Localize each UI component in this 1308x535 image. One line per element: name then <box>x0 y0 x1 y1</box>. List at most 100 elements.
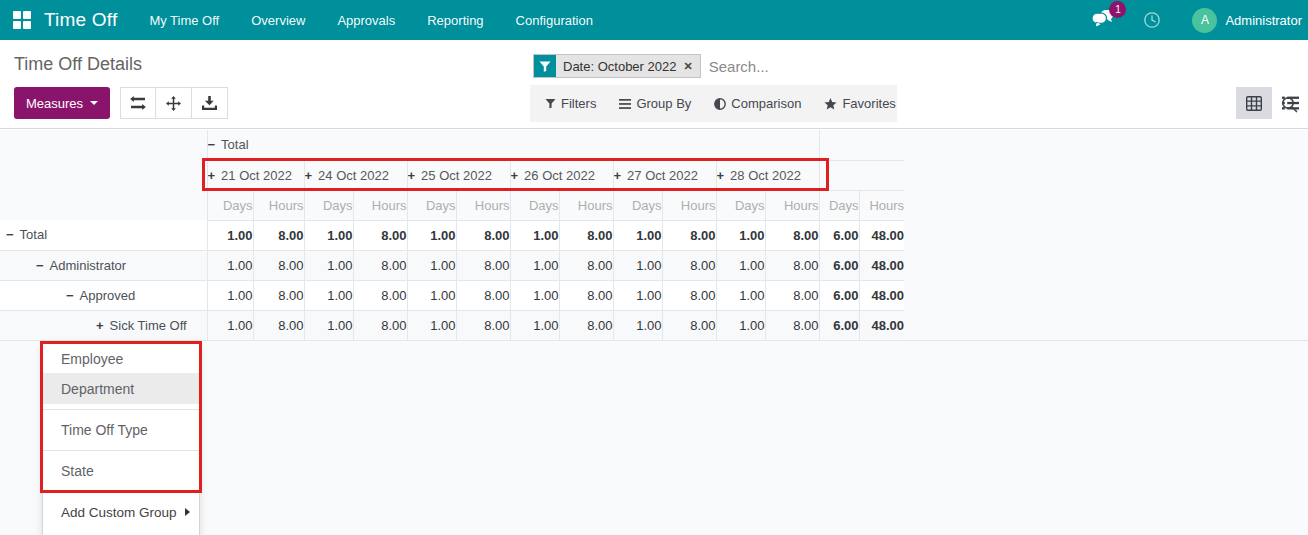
flip-axis-button[interactable] <box>120 87 156 119</box>
pivot-value-cell[interactable]: 1.00 <box>510 310 559 340</box>
nav-menu-reporting[interactable]: Reporting <box>427 13 483 28</box>
pivot-value-cell[interactable]: 8.00 <box>662 220 716 250</box>
messages-icon[interactable]: 1 <box>1092 10 1113 33</box>
pivot-value-cell[interactable]: 1.00 <box>407 220 456 250</box>
pivot-col-date-header[interactable]: +21 Oct 2022 <box>207 160 304 190</box>
filters-button[interactable]: Filters <box>545 96 596 111</box>
pivot-col-total-header[interactable]: −Total <box>207 130 819 160</box>
pivot-value-cell[interactable]: 48.00 <box>859 280 904 310</box>
pivot-measure-header[interactable]: Days <box>510 190 559 220</box>
pivot-value-cell[interactable]: 6.00 <box>819 280 859 310</box>
pivot-measure-header[interactable]: Days <box>613 190 662 220</box>
pivot-value-cell[interactable]: 8.00 <box>765 220 819 250</box>
add-custom-group-button[interactable]: Add Custom Group <box>43 497 199 527</box>
activities-icon[interactable] <box>1143 11 1161 29</box>
pivot-row-header[interactable]: −Total <box>0 220 207 250</box>
pivot-value-cell[interactable]: 8.00 <box>559 220 613 250</box>
pivot-measure-header[interactable]: Hours <box>559 190 613 220</box>
pivot-measure-header[interactable]: Hours <box>253 190 304 220</box>
nav-menu-my-time-off[interactable]: My Time Off <box>149 13 219 28</box>
pivot-col-date-header[interactable]: +24 Oct 2022 <box>304 160 407 190</box>
pivot-value-cell[interactable]: 1.00 <box>613 250 662 280</box>
pivot-value-cell[interactable]: 8.00 <box>353 220 407 250</box>
pivot-value-cell[interactable]: 48.00 <box>859 220 904 250</box>
pivot-measure-header[interactable]: Hours <box>859 190 904 220</box>
pivot-value-cell[interactable]: 48.00 <box>859 310 904 340</box>
pivot-value-cell[interactable]: 1.00 <box>613 280 662 310</box>
pivot-measure-header[interactable]: Days <box>207 190 253 220</box>
pivot-value-cell[interactable]: 8.00 <box>456 310 510 340</box>
pivot-measure-header[interactable]: Hours <box>662 190 716 220</box>
pivot-value-cell[interactable]: 8.00 <box>662 250 716 280</box>
pivot-value-cell[interactable]: 1.00 <box>207 220 253 250</box>
download-xlsx-button[interactable] <box>192 87 228 119</box>
pivot-value-cell[interactable]: 8.00 <box>662 280 716 310</box>
pivot-value-cell[interactable]: 1.00 <box>716 310 765 340</box>
pivot-col-date-header[interactable]: +25 Oct 2022 <box>407 160 510 190</box>
pivot-value-cell[interactable]: 8.00 <box>559 310 613 340</box>
groupby-option-employee[interactable]: Employee <box>43 344 199 374</box>
pivot-value-cell[interactable]: 1.00 <box>613 220 662 250</box>
groupby-option-time-off-type[interactable]: Time Off Type <box>43 415 199 445</box>
pivot-value-cell[interactable]: 8.00 <box>353 250 407 280</box>
pivot-value-cell[interactable]: 1.00 <box>407 280 456 310</box>
comparison-button[interactable]: Comparison <box>714 96 801 111</box>
search-facet[interactable]: Date: October 2022 ✕ <box>533 54 701 78</box>
measures-button[interactable]: Measures <box>14 87 110 119</box>
pivot-value-cell[interactable]: 8.00 <box>662 310 716 340</box>
pivot-measure-header[interactable]: Days <box>819 190 859 220</box>
pivot-row-header[interactable]: −Approved <box>0 280 207 310</box>
pivot-value-cell[interactable]: 8.00 <box>353 280 407 310</box>
pivot-value-cell[interactable]: 8.00 <box>765 280 819 310</box>
pivot-value-cell[interactable]: 1.00 <box>207 250 253 280</box>
pivot-col-date-header[interactable]: +27 Oct 2022 <box>613 160 716 190</box>
pivot-value-cell[interactable]: 1.00 <box>613 310 662 340</box>
pivot-value-cell[interactable]: 1.00 <box>716 250 765 280</box>
pivot-measure-header[interactable]: Hours <box>456 190 510 220</box>
pivot-value-cell[interactable]: 1.00 <box>207 310 253 340</box>
pivot-row-header[interactable]: +Sick Time Off <box>0 310 207 340</box>
pivot-measure-header[interactable]: Days <box>716 190 765 220</box>
pivot-col-date-header[interactable]: +26 Oct 2022 <box>510 160 613 190</box>
pivot-value-cell[interactable]: 8.00 <box>765 310 819 340</box>
pivot-value-cell[interactable]: 8.00 <box>253 280 304 310</box>
pivot-value-cell[interactable]: 1.00 <box>510 220 559 250</box>
pivot-value-cell[interactable]: 8.00 <box>456 250 510 280</box>
list-view-button[interactable] <box>1272 87 1308 119</box>
pivot-value-cell[interactable]: 1.00 <box>510 250 559 280</box>
pivot-value-cell[interactable]: 1.00 <box>304 310 353 340</box>
user-avatar[interactable]: A <box>1192 8 1217 33</box>
pivot-value-cell[interactable]: 48.00 <box>859 250 904 280</box>
pivot-value-cell[interactable]: 1.00 <box>716 220 765 250</box>
groupby-option-department[interactable]: Department <box>43 374 199 404</box>
user-name[interactable]: Administrator <box>1225 13 1302 28</box>
nav-menu-configuration[interactable]: Configuration <box>516 13 593 28</box>
pivot-value-cell[interactable]: 8.00 <box>559 250 613 280</box>
pivot-value-cell[interactable]: 6.00 <box>819 220 859 250</box>
pivot-value-cell[interactable]: 8.00 <box>765 250 819 280</box>
facet-remove-icon[interactable]: ✕ <box>683 60 692 73</box>
pivot-value-cell[interactable]: 6.00 <box>819 310 859 340</box>
pivot-value-cell[interactable]: 1.00 <box>716 280 765 310</box>
pivot-measure-header[interactable]: Hours <box>353 190 407 220</box>
pivot-row-header[interactable]: −Administrator <box>0 250 207 280</box>
favorites-button[interactable]: Favorites <box>824 96 895 111</box>
pivot-value-cell[interactable]: 1.00 <box>510 280 559 310</box>
pivot-value-cell[interactable]: 6.00 <box>819 250 859 280</box>
pivot-value-cell[interactable]: 1.00 <box>207 280 253 310</box>
pivot-measure-header[interactable]: Hours <box>765 190 819 220</box>
pivot-value-cell[interactable]: 8.00 <box>559 280 613 310</box>
pivot-value-cell[interactable]: 8.00 <box>456 280 510 310</box>
pivot-measure-header[interactable]: Days <box>304 190 353 220</box>
pivot-value-cell[interactable]: 8.00 <box>353 310 407 340</box>
pivot-value-cell[interactable]: 8.00 <box>253 250 304 280</box>
groupby-option-state[interactable]: State <box>43 456 199 486</box>
pivot-value-cell[interactable]: 1.00 <box>407 250 456 280</box>
pivot-view-button[interactable] <box>1236 87 1272 119</box>
pivot-value-cell[interactable]: 1.00 <box>304 220 353 250</box>
pivot-col-date-header[interactable]: +28 Oct 2022 <box>716 160 819 190</box>
pivot-value-cell[interactable]: 8.00 <box>456 220 510 250</box>
pivot-value-cell[interactable]: 1.00 <box>407 310 456 340</box>
apps-menu-icon[interactable] <box>13 11 31 29</box>
pivot-measure-header[interactable]: Days <box>407 190 456 220</box>
